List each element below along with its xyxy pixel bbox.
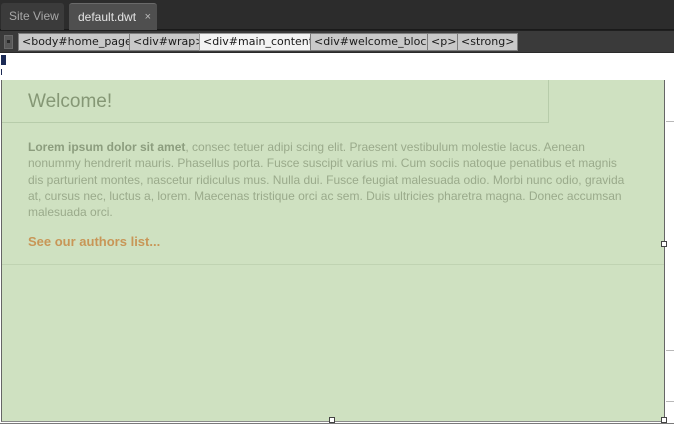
tab-site-view[interactable]: Site View <box>1 3 64 30</box>
design-view-canvas[interactable]: Welcome! Lorem ipsum dolor sit amet, con… <box>0 53 674 434</box>
tag-p[interactable]: <p> <box>427 33 461 51</box>
guide-mark <box>666 121 674 122</box>
welcome-block-divider <box>2 264 664 265</box>
guide-mark <box>666 350 674 351</box>
tag-selector-bar: <body#home_page> <div#wrap> <div#main_co… <box>0 30 674 53</box>
tab-default-dwt[interactable]: default.dwt × <box>69 3 157 30</box>
authors-list-link[interactable]: See our authors list... <box>28 234 160 249</box>
canvas-bottom-border <box>0 423 674 424</box>
insertion-marker-icon <box>1 55 6 65</box>
tag-div-wrap[interactable]: <div#wrap> <box>129 33 209 51</box>
tag-div-main-content[interactable]: <div#main_content> <box>199 33 327 51</box>
tag-body-home-page[interactable]: <body#home_page> <box>18 33 146 51</box>
insertion-marker-icon <box>1 69 5 75</box>
close-tab-icon[interactable]: × <box>145 4 151 31</box>
welcome-paragraph-strong[interactable]: Lorem ipsum dolor sit amet <box>28 140 185 154</box>
welcome-paragraph[interactable]: Lorem ipsum dolor sit amet, consec tetue… <box>28 139 628 220</box>
tag-div-welcome-block[interactable]: <div#welcome_block> <box>310 33 446 51</box>
tab-default-dwt-label: default.dwt <box>78 10 137 24</box>
main-content-div[interactable]: Welcome! Lorem ipsum dolor sit amet, con… <box>1 80 665 422</box>
guide-mark <box>666 401 674 402</box>
tag-bar-grip-icon[interactable] <box>4 35 13 49</box>
resize-handle-right[interactable] <box>661 241 667 247</box>
welcome-heading[interactable]: Welcome! <box>28 91 112 113</box>
document-tab-bar: Site View default.dwt × <box>0 0 674 30</box>
tag-strong[interactable]: <strong> <box>457 33 519 51</box>
